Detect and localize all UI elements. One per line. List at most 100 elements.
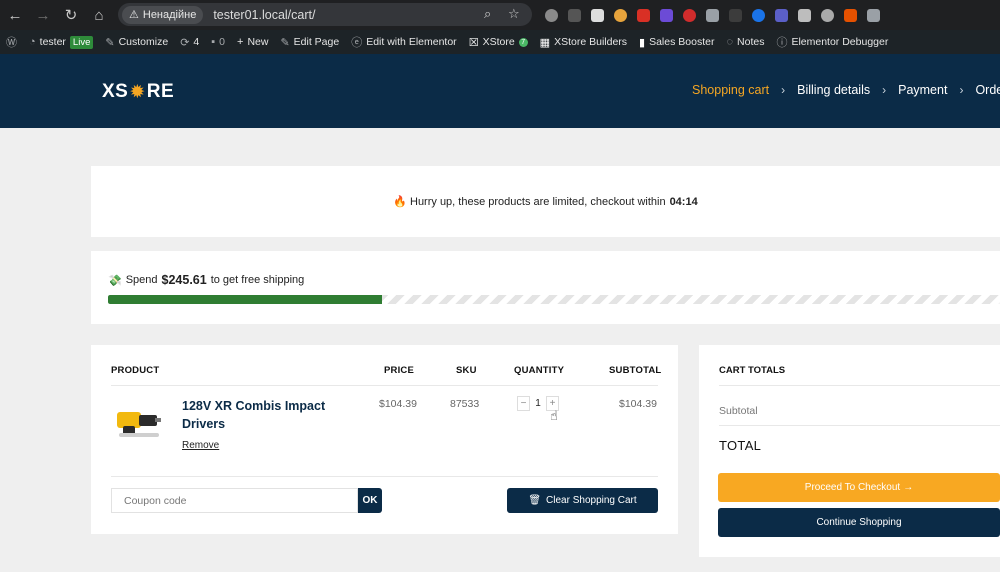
- column-header-quantity: QUANTITY: [514, 365, 565, 376]
- extension-icon[interactable]: [770, 0, 793, 30]
- remove-item-link[interactable]: Remove: [182, 440, 219, 451]
- coupon-code-input[interactable]: [111, 488, 358, 513]
- extension-icon[interactable]: [724, 0, 747, 30]
- subtotal-label: Subtotal: [719, 405, 758, 417]
- column-header-product: PRODUCT: [111, 365, 160, 376]
- comment-icon: ▪: [211, 36, 216, 48]
- continue-shopping-button[interactable]: Continue Shopping: [718, 508, 1000, 537]
- step-payment[interactable]: Payment: [898, 83, 947, 97]
- quantity-value[interactable]: 1: [530, 398, 546, 409]
- builders-icon: ▦: [539, 36, 551, 49]
- warning-icon: ⚠: [129, 9, 139, 21]
- live-badge: Live: [69, 35, 94, 49]
- shipping-progress-fill: [108, 295, 382, 304]
- item-subtotal: $104.39: [619, 398, 657, 410]
- xstore-logo[interactable]: XS ✹ RE: [102, 81, 174, 103]
- xstore-icon: ☒: [468, 36, 479, 49]
- chevron-right-icon: ›: [882, 83, 887, 97]
- free-shipping-message: 💸 Spend $245.61 to get free shipping: [108, 273, 305, 287]
- dashboard-icon: ◔: [29, 36, 36, 48]
- extension-icon[interactable]: [678, 0, 701, 30]
- extension-icon[interactable]: [586, 0, 609, 30]
- bar-chart-icon: ▮: [639, 36, 646, 49]
- wp-notes-link[interactable]: ◌ Notes: [720, 30, 770, 54]
- totals-divider: [719, 425, 1000, 426]
- wp-admin-bar: Ⓦ ◔ tester Live ✎ Customize ⟳ 4 ▪ 0 + Ne…: [0, 30, 1000, 54]
- extension-icon[interactable]: [862, 0, 885, 30]
- extension-icon[interactable]: [540, 0, 563, 30]
- url-text[interactable]: tester01.local/cart/: [213, 8, 315, 22]
- security-chip[interactable]: ⚠ Ненадійне: [122, 5, 204, 24]
- chevron-right-icon: ›: [959, 83, 964, 97]
- wp-elementor-link[interactable]: ⓔ Edit with Elementor: [345, 30, 462, 54]
- wp-debugger-link[interactable]: ⓘ Elementor Debugger: [770, 30, 894, 54]
- wp-updates-link[interactable]: ⟳ 4: [174, 30, 205, 54]
- cart-table-panel: PRODUCT PRICE SKU QUANTITY SUBTOTAL 128V…: [91, 345, 678, 534]
- brush-icon: ✎: [105, 36, 115, 49]
- countdown-timer: 04:14: [669, 195, 698, 208]
- extension-icon[interactable]: [655, 0, 678, 30]
- extension-icon[interactable]: [839, 0, 862, 30]
- bookmark-star-icon[interactable]: ☆: [508, 6, 520, 22]
- quantity-decrease-button[interactable]: −: [517, 396, 530, 411]
- forward-arrow-icon[interactable]: →: [30, 2, 56, 28]
- zoom-icon[interactable]: ⌕: [484, 6, 491, 22]
- shipping-amount: $245.61: [161, 273, 207, 287]
- extension-icon[interactable]: [747, 0, 770, 30]
- totals-divider: [719, 385, 1000, 386]
- security-label: Ненадійне: [142, 8, 197, 21]
- wp-edit-page-link[interactable]: ✎ Edit Page: [274, 30, 345, 54]
- extension-icon[interactable]: [793, 0, 816, 30]
- checkout-steps: Shopping cart › Billing details › Paymen…: [692, 83, 1000, 97]
- wp-builders-link[interactable]: ▦ XStore Builders: [534, 30, 633, 54]
- extension-icon[interactable]: [816, 0, 839, 30]
- shipping-progress-bar: [108, 295, 1000, 304]
- cart-totals-panel: CART TOTALS Subtotal TOTAL Proceed To Ch…: [699, 345, 1000, 557]
- gear-icon: ✹: [129, 81, 146, 103]
- updates-icon: ⟳: [180, 36, 190, 49]
- clear-cart-button[interactable]: 🗑 Clear Shopping Cart: [507, 488, 658, 513]
- home-icon[interactable]: ⌂: [86, 2, 112, 28]
- speech-bubble-icon: ◌: [726, 36, 734, 48]
- site-header: XS ✹ RE Shopping cart › Billing details › …: [0, 54, 1000, 128]
- extension-icon[interactable]: [632, 0, 655, 30]
- extension-icon[interactable]: [609, 0, 632, 30]
- back-arrow-icon[interactable]: ←: [2, 2, 28, 28]
- wp-comments-link[interactable]: ▪ 0: [205, 30, 231, 54]
- hand-cursor-icon: ☝: [550, 408, 558, 423]
- reload-icon[interactable]: ↻: [58, 2, 84, 28]
- cart-totals-title: CART TOTALS: [719, 365, 786, 376]
- proceed-to-checkout-button[interactable]: Proceed To Checkout →: [718, 473, 1000, 502]
- step-shopping-cart[interactable]: Shopping cart: [692, 83, 769, 97]
- countdown-text: Hurry up, these products are limited, ch…: [410, 195, 666, 208]
- xstore-count-badge: 7: [518, 37, 528, 47]
- column-header-price: PRICE: [384, 365, 415, 376]
- column-header-sku: SKU: [456, 365, 477, 376]
- wordpress-logo-icon[interactable]: Ⓦ: [0, 30, 23, 54]
- product-thumbnail[interactable]: [113, 406, 163, 438]
- chevron-right-icon: ›: [781, 83, 786, 97]
- info-icon: ⓘ: [776, 37, 788, 49]
- column-header-subtotal: SUBTOTAL: [609, 365, 662, 376]
- extension-icon[interactable]: [563, 0, 586, 30]
- wp-sales-booster-link[interactable]: ▮ Sales Booster: [633, 30, 720, 54]
- elementor-icon: ⓔ: [351, 37, 363, 49]
- apply-coupon-button[interactable]: OK: [358, 488, 382, 513]
- wp-xstore-link[interactable]: ☒ XStore 7: [463, 30, 534, 54]
- cash-icon: 💸: [108, 274, 122, 287]
- extension-icon[interactable]: [701, 0, 724, 30]
- table-divider: [111, 476, 658, 477]
- product-name-link[interactable]: 128V XR Combis Impact Drivers: [182, 397, 332, 433]
- total-label: TOTAL: [719, 438, 762, 453]
- address-bar[interactable]: ⚠ Ненадійне tester01.local/cart/ ⌕ ☆: [118, 3, 532, 26]
- fire-icon: 🔥: [393, 196, 407, 208]
- wp-new-link[interactable]: + New: [231, 30, 274, 54]
- step-billing-details[interactable]: Billing details: [797, 83, 870, 97]
- arrow-right-icon: →: [903, 482, 914, 493]
- extensions-row: [540, 0, 885, 30]
- wp-site-link[interactable]: ◔ tester Live: [23, 30, 99, 54]
- trash-icon: 🗑: [528, 495, 542, 506]
- step-order[interactable]: Order: [975, 83, 1000, 97]
- wp-customize-link[interactable]: ✎ Customize: [99, 30, 174, 54]
- item-price: $104.39: [379, 398, 417, 410]
